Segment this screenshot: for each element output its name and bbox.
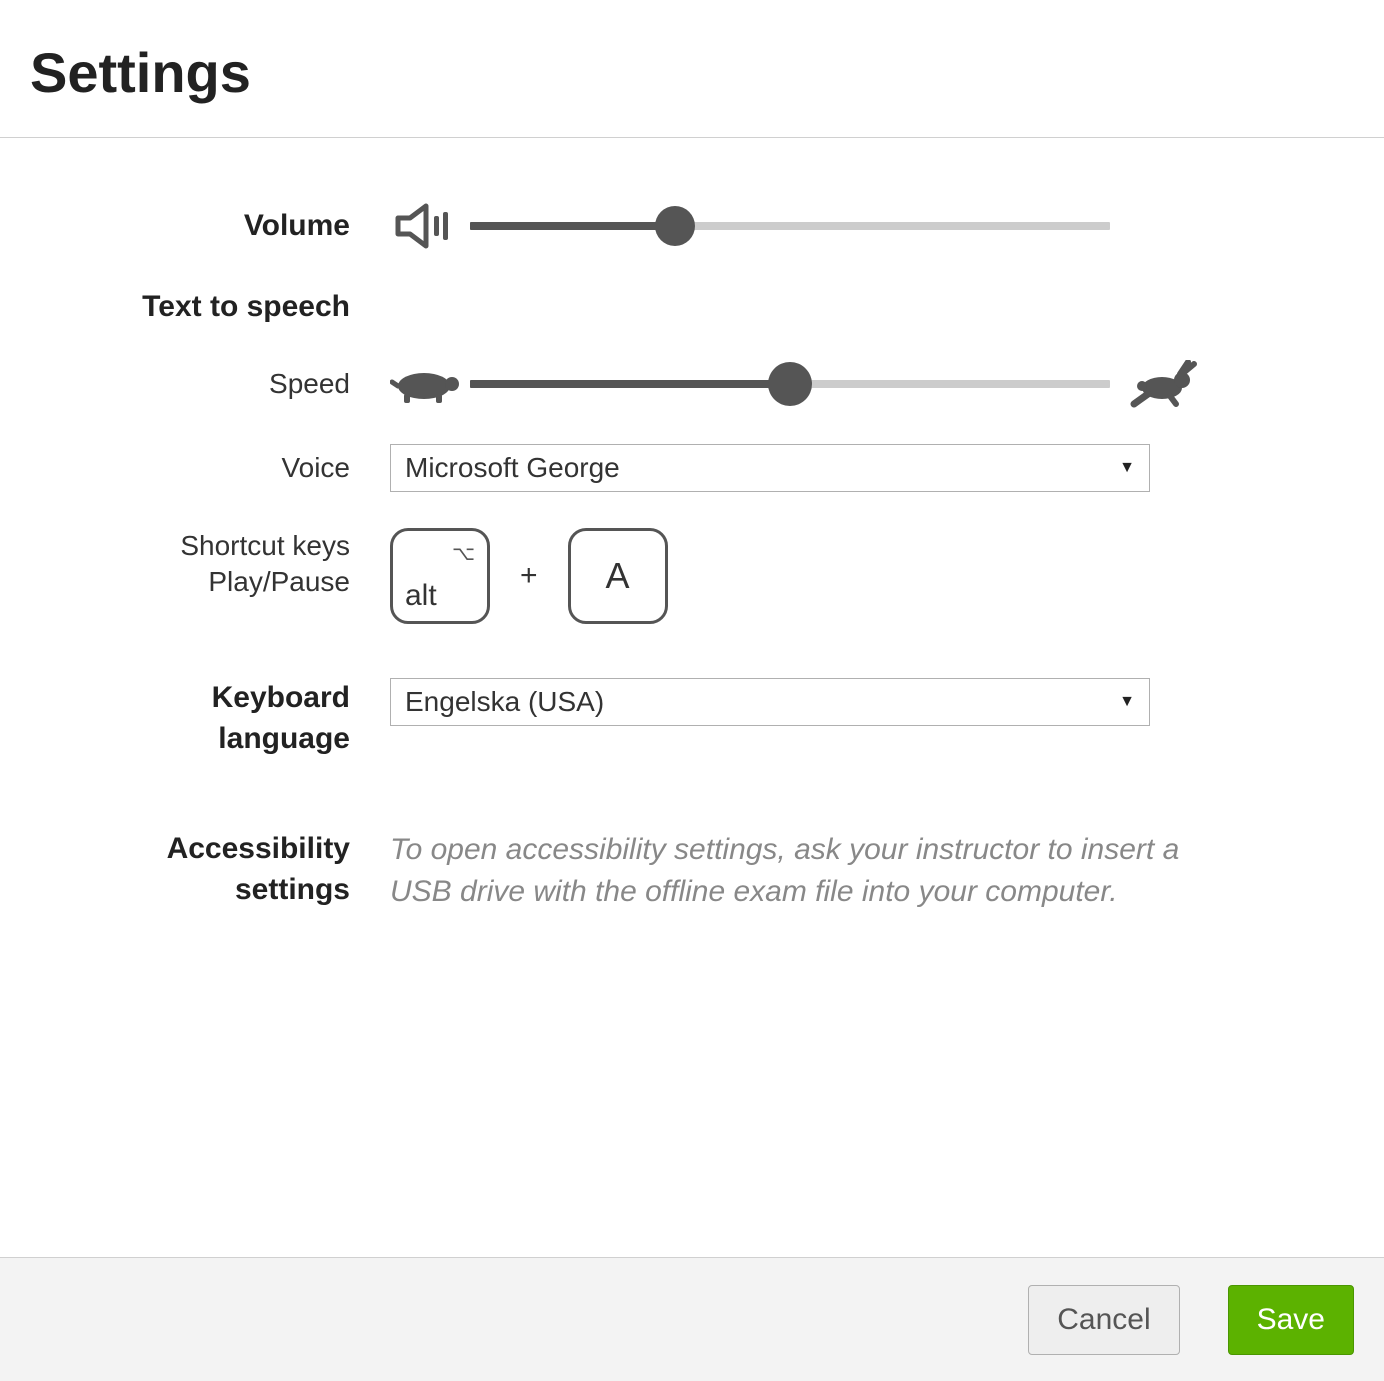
turtle-icon [390,364,462,404]
speed-label: Speed [80,368,390,400]
volume-control [390,198,1304,254]
chevron-down-icon: ▼ [1119,693,1135,711]
shortcut-row: Shortcut keys Play/Pause ⌥ alt + A [80,528,1304,624]
keyboard-label-line2: language [80,719,350,760]
voice-row: Voice Microsoft George ▼ [80,444,1304,492]
speed-slider[interactable] [470,362,1110,406]
shortcut-label-line2: Play/Pause [80,564,350,600]
settings-content: Volume Text to speech Speed [0,138,1384,1009]
keyboard-language-select[interactable]: Engelska (USA) ▼ [390,678,1150,726]
volume-label: Volume [80,209,390,243]
keycap-a-label: A [606,555,630,597]
tts-heading-row: Text to speech [80,290,1304,324]
keycap-alt: ⌥ alt [390,528,490,624]
speed-row: Speed [80,360,1304,408]
voice-label: Voice [80,452,390,484]
volume-icon [390,198,462,254]
speed-control [390,360,1304,408]
speed-slider-fill [470,380,790,388]
keyboard-language-row: Keyboard language Engelska (USA) ▼ [80,678,1304,759]
accessibility-label-line2: settings [80,870,350,911]
accessibility-info: To open accessibility settings, ask your… [390,829,1210,913]
cancel-button[interactable]: Cancel [1028,1285,1179,1355]
shortcut-label-line1: Shortcut keys [80,528,350,564]
shortcut-plus: + [520,559,538,593]
volume-slider-fill [470,222,675,230]
speed-slider-thumb[interactable] [768,362,812,406]
keyboard-label-line1: Keyboard [80,678,350,719]
tts-heading: Text to speech [80,290,390,324]
voice-select[interactable]: Microsoft George ▼ [390,444,1150,492]
voice-select-value: Microsoft George [405,452,620,484]
page-title: Settings [30,40,1354,105]
accessibility-label: Accessibility settings [80,829,390,910]
keyboard-language-value: Engelska (USA) [405,686,604,718]
volume-row: Volume [80,198,1304,254]
header: Settings [0,0,1384,138]
accessibility-label-line1: Accessibility [80,829,350,870]
shortcut-label: Shortcut keys Play/Pause [80,528,390,601]
footer: Cancel Save [0,1257,1384,1381]
accessibility-row: Accessibility settings To open accessibi… [80,829,1304,913]
keycap-a: A [568,528,668,624]
save-button[interactable]: Save [1228,1285,1354,1355]
rabbit-icon [1126,360,1198,408]
keyboard-language-label: Keyboard language [80,678,390,759]
volume-slider-thumb[interactable] [655,206,695,246]
keycap-alt-label: alt [405,579,437,613]
chevron-down-icon: ▼ [1119,459,1135,477]
option-key-icon: ⌥ [452,541,475,566]
volume-slider[interactable] [470,206,1110,246]
